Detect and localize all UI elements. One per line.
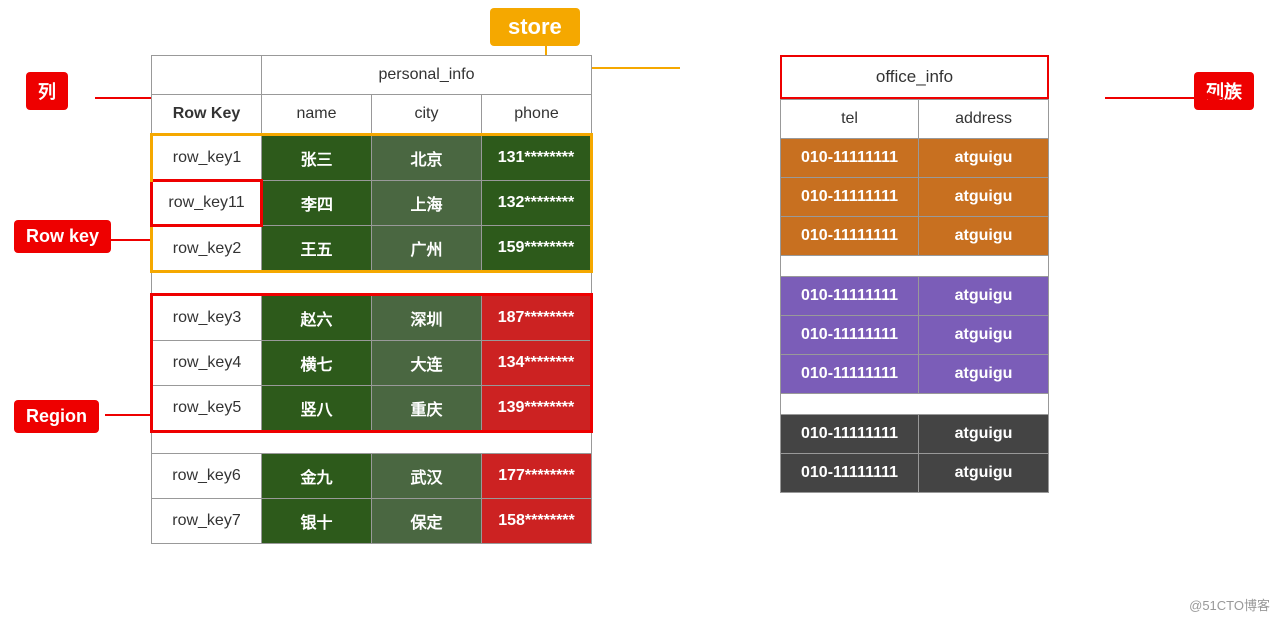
address-cell: atguigu	[919, 454, 1049, 493]
row-key-cell: row_key3	[152, 295, 262, 341]
tel-cell: 010-11111111	[781, 277, 919, 316]
row-key-cell: row_key1	[152, 135, 262, 181]
address-cell: atguigu	[919, 355, 1049, 394]
table-row: row_key4 横七 大连 134********	[152, 341, 592, 386]
office-table: tel address 010-11111111 atguigu 010-111…	[780, 99, 1049, 493]
city-cell: 深圳	[372, 295, 482, 341]
col-name: name	[262, 95, 372, 135]
office-row: 010-11111111 atguigu	[781, 178, 1049, 217]
phone-cell: 131********	[482, 135, 592, 181]
address-cell: atguigu	[919, 415, 1049, 454]
main-table-wrapper: personal_info Row Key name city phone ro…	[150, 55, 593, 544]
city-cell: 广州	[372, 226, 482, 272]
name-cell: 李四	[262, 181, 372, 226]
phone-cell: 158********	[482, 499, 592, 544]
address-cell: atguigu	[919, 217, 1049, 256]
region-badge: Region	[14, 400, 99, 433]
col-tel: tel	[781, 100, 919, 139]
office-table-wrapper: office_info tel address 010-11111111 atg…	[780, 55, 1049, 493]
table-row: row_key11 李四 上海 132********	[152, 181, 592, 226]
address-cell: atguigu	[919, 139, 1049, 178]
col-city: city	[372, 95, 482, 135]
row-key-cell: row_key11	[152, 181, 262, 226]
tel-cell: 010-11111111	[781, 415, 919, 454]
phone-cell: 187********	[482, 295, 592, 341]
phone-cell: 134********	[482, 341, 592, 386]
name-cell: 银十	[262, 499, 372, 544]
city-cell: 大连	[372, 341, 482, 386]
tel-cell: 010-11111111	[781, 217, 919, 256]
tel-cell: 010-11111111	[781, 316, 919, 355]
row-key-cell: row_key2	[152, 226, 262, 272]
name-cell: 赵六	[262, 295, 372, 341]
tel-cell: 010-11111111	[781, 139, 919, 178]
name-cell: 横七	[262, 341, 372, 386]
address-cell: atguigu	[919, 277, 1049, 316]
table-row: row_key2 王五 广州 159********	[152, 226, 592, 272]
col-address: address	[919, 100, 1049, 139]
office-row: 010-11111111 atguigu	[781, 139, 1049, 178]
office-row: 010-11111111 atguigu	[781, 415, 1049, 454]
row-key-cell: row_key6	[152, 454, 262, 499]
table-row: row_key6 金九 武汉 177********	[152, 454, 592, 499]
liezu-badge: 列族	[1194, 72, 1254, 110]
gap-row	[781, 256, 1049, 277]
watermark: @51CTO博客	[1189, 595, 1270, 614]
phone-cell: 159********	[482, 226, 592, 272]
office-row: 010-11111111 atguigu	[781, 217, 1049, 256]
city-cell: 上海	[372, 181, 482, 226]
table-row: row_key1 张三 北京 131********	[152, 135, 592, 181]
name-cell: 王五	[262, 226, 372, 272]
tel-cell: 010-11111111	[781, 454, 919, 493]
address-cell: atguigu	[919, 316, 1049, 355]
col-rowkey: Row Key	[152, 95, 262, 135]
row-key-cell: row_key4	[152, 341, 262, 386]
address-cell: atguigu	[919, 178, 1049, 217]
store-label: store	[490, 8, 580, 46]
name-cell: 竖八	[262, 386, 372, 432]
office-row: 010-11111111 atguigu	[781, 277, 1049, 316]
main-container: store 列 Row key Region 列族 personal_info	[0, 0, 1284, 622]
tel-cell: 010-11111111	[781, 178, 919, 217]
phone-cell: 177********	[482, 454, 592, 499]
row-key-cell: row_key7	[152, 499, 262, 544]
phone-cell: 132********	[482, 181, 592, 226]
office-row: 010-11111111 atguigu	[781, 316, 1049, 355]
office-row: 010-11111111 atguigu	[781, 355, 1049, 394]
office-row: 010-11111111 atguigu	[781, 454, 1049, 493]
city-cell: 重庆	[372, 386, 482, 432]
row-key-cell: row_key5	[152, 386, 262, 432]
table-row: row_key7 银十 保定 158********	[152, 499, 592, 544]
rowkey-badge: Row key	[14, 220, 111, 253]
phone-cell: 139********	[482, 386, 592, 432]
personal-info-header: personal_info	[262, 56, 592, 95]
gap-row	[152, 432, 592, 454]
city-cell: 保定	[372, 499, 482, 544]
name-cell: 张三	[262, 135, 372, 181]
table-row: row_key5 竖八 重庆 139********	[152, 386, 592, 432]
gap-row	[781, 394, 1049, 415]
col-phone: phone	[482, 95, 592, 135]
table-row: row_key3 赵六 深圳 187********	[152, 295, 592, 341]
tel-cell: 010-11111111	[781, 355, 919, 394]
office-info-header: office_info	[780, 55, 1049, 99]
lie-badge: 列	[26, 72, 68, 110]
city-cell: 北京	[372, 135, 482, 181]
main-table: personal_info Row Key name city phone ro…	[150, 55, 593, 544]
gap-row	[152, 272, 592, 295]
name-cell: 金九	[262, 454, 372, 499]
city-cell: 武汉	[372, 454, 482, 499]
